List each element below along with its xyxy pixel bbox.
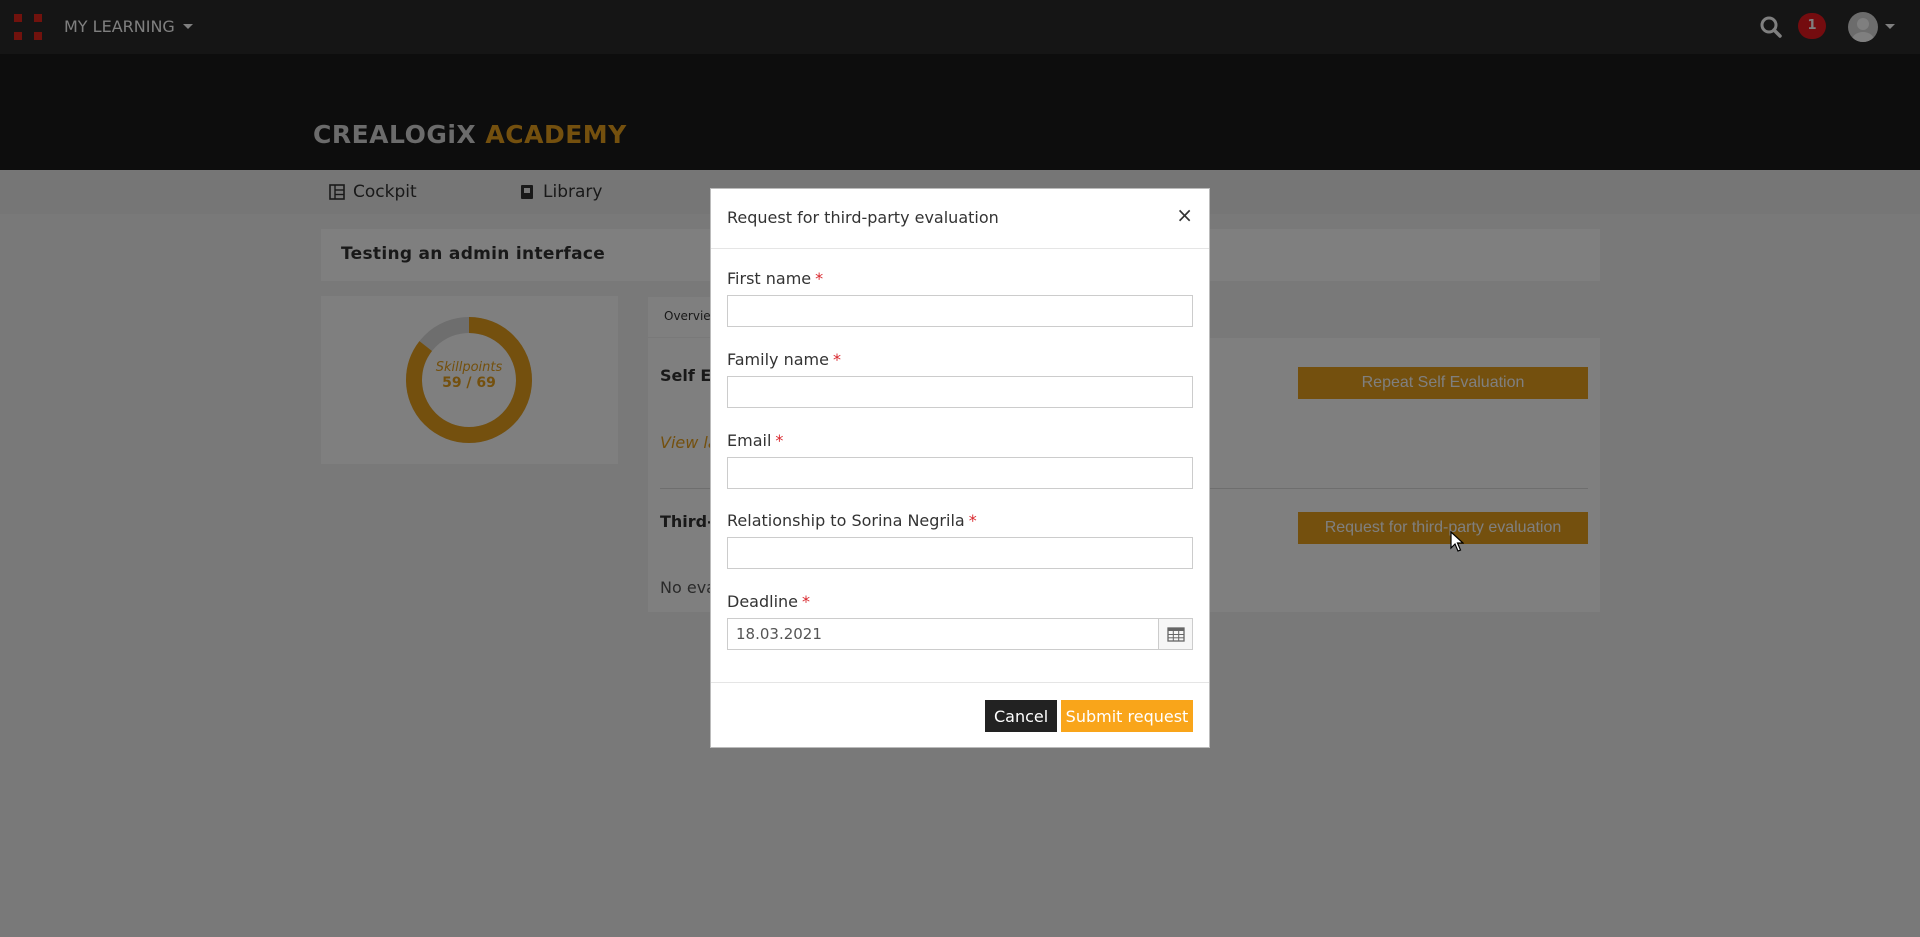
close-icon[interactable]: ×: [1176, 205, 1193, 225]
first-name-input[interactable]: [727, 295, 1193, 327]
email-label-text: Email: [727, 431, 772, 450]
deadline-input[interactable]: [727, 618, 1159, 650]
email-label: Email *: [727, 431, 783, 450]
first-name-label-text: First name: [727, 269, 812, 288]
required-marker: *: [802, 592, 810, 611]
calendar-icon: [1166, 627, 1185, 642]
relationship-input[interactable]: [727, 537, 1193, 569]
first-name-label: First name *: [727, 269, 823, 288]
mouse-cursor-icon: [1450, 531, 1464, 552]
family-name-label-text: Family name: [727, 350, 829, 369]
calendar-button[interactable]: [1159, 618, 1193, 650]
relationship-label-text: Relationship to Sorina Negrila: [727, 511, 965, 530]
required-marker: *: [815, 269, 824, 288]
required-marker: *: [968, 511, 977, 530]
required-marker: *: [775, 431, 784, 450]
submit-request-button[interactable]: Submit request: [1061, 700, 1193, 732]
deadline-label-text: Deadline: [727, 592, 798, 611]
required-marker: *: [832, 350, 841, 369]
email-input[interactable]: [727, 457, 1193, 489]
relationship-label: Relationship to Sorina Negrila *: [727, 511, 977, 530]
modal-footer: Cancel Submit request: [711, 683, 1209, 747]
modal-header: Request for third-party evaluation ×: [711, 189, 1209, 249]
cancel-button[interactable]: Cancel: [985, 700, 1058, 732]
third-party-evaluation-dialog: Request for third-party evaluation × Fir…: [710, 188, 1210, 748]
family-name-label: Family name *: [727, 350, 841, 369]
modal-body: First name * Family name * Email * Relation…: [711, 249, 1209, 683]
modal-title: Request for third-party evaluation: [727, 208, 999, 227]
family-name-input[interactable]: [727, 376, 1193, 408]
deadline-label: Deadline *: [727, 592, 810, 611]
